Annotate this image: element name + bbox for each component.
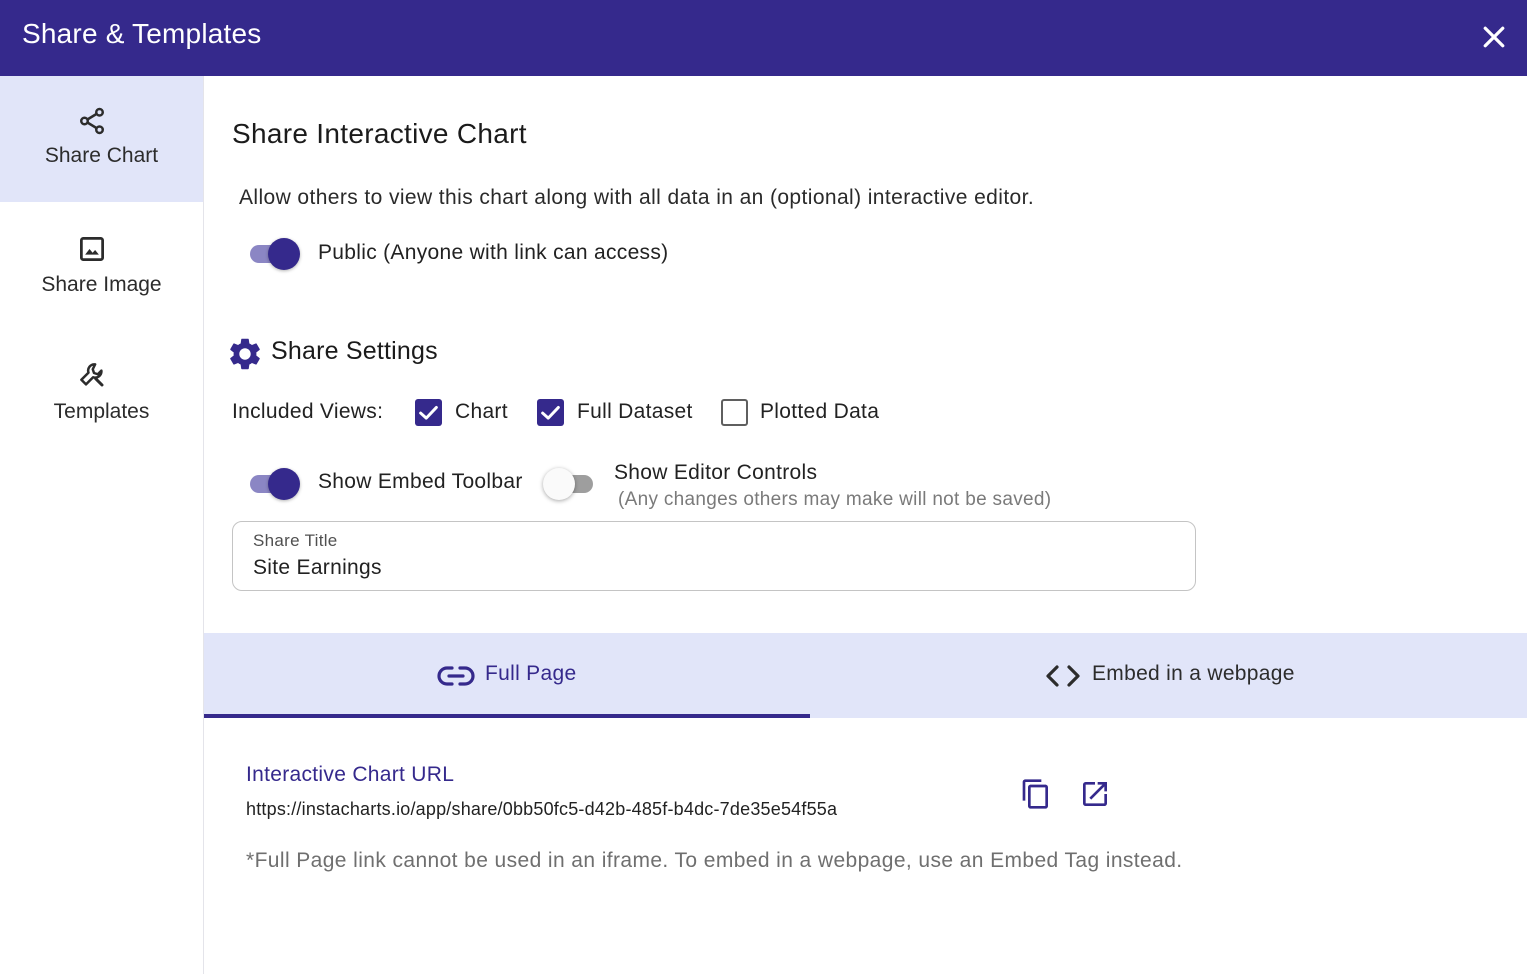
share-icon (80, 107, 104, 135)
share-title-label: Share Title (253, 531, 338, 550)
plotted-data-checkbox[interactable] (721, 399, 748, 426)
gear-icon (230, 338, 260, 370)
sidebar-item-label: Templates (53, 400, 150, 423)
plotted-data-label: Plotted Data (760, 400, 880, 423)
share-title-field[interactable]: Share Title (232, 521, 1196, 591)
editor-controls-note: (Any changes others may make will not be… (618, 489, 1052, 510)
chart-view-label: Chart (455, 400, 508, 423)
sidebar: Share Chart Share Image Templates (0, 76, 204, 974)
full-dataset-label: Full Dataset (577, 400, 693, 423)
tab-full-page[interactable]: Full Page (204, 633, 810, 718)
tab-label: Full Page (485, 662, 577, 685)
public-toggle-label: Public (Anyone with link can access) (318, 241, 669, 264)
public-toggle[interactable] (246, 235, 302, 271)
sidebar-item-share-image[interactable]: Share Image (0, 204, 203, 330)
page-description: Allow others to view this chart along wi… (239, 186, 1035, 209)
embed-toolbar-label: Show Embed Toolbar (318, 470, 523, 493)
image-icon (80, 237, 104, 261)
dialog-title: Share & Templates (22, 18, 262, 49)
share-tabs: Full Page Embed in a webpage (204, 633, 1527, 718)
page-title: Share Interactive Chart (232, 118, 527, 149)
share-settings-title: Share Settings (271, 337, 438, 365)
link-icon (437, 666, 475, 686)
embed-toolbar-toggle[interactable] (246, 465, 302, 501)
wrench-icon (80, 363, 104, 387)
close-icon[interactable] (1479, 22, 1509, 52)
sidebar-item-templates[interactable]: Templates (0, 332, 203, 458)
sidebar-item-label: Share Image (41, 273, 162, 296)
dialog-header: Share & Templates (0, 0, 1527, 76)
editor-controls-toggle[interactable] (543, 465, 599, 501)
sidebar-item-label: Share Chart (44, 144, 159, 167)
share-title-input[interactable] (253, 554, 1153, 582)
active-tab-indicator (204, 714, 810, 718)
included-views-label: Included Views: (232, 400, 384, 423)
tab-embed[interactable]: Embed in a webpage (810, 633, 1527, 718)
full-dataset-checkbox[interactable] (537, 399, 564, 426)
chart-url[interactable]: https://instacharts.io/app/share/0bb50fc… (246, 799, 837, 820)
copy-icon[interactable] (1020, 778, 1052, 810)
editor-controls-label: Show Editor Controls (614, 461, 818, 484)
sidebar-item-share-chart[interactable]: Share Chart (0, 76, 203, 202)
check-icon (541, 405, 560, 420)
open-in-new-icon[interactable] (1079, 778, 1111, 810)
check-icon (419, 405, 438, 420)
iframe-note: *Full Page link cannot be used in an ifr… (246, 849, 1183, 872)
tab-label: Embed in a webpage (1092, 662, 1295, 685)
code-icon (1046, 665, 1080, 687)
chart-view-checkbox[interactable] (415, 399, 442, 426)
url-label: Interactive Chart URL (246, 763, 455, 786)
